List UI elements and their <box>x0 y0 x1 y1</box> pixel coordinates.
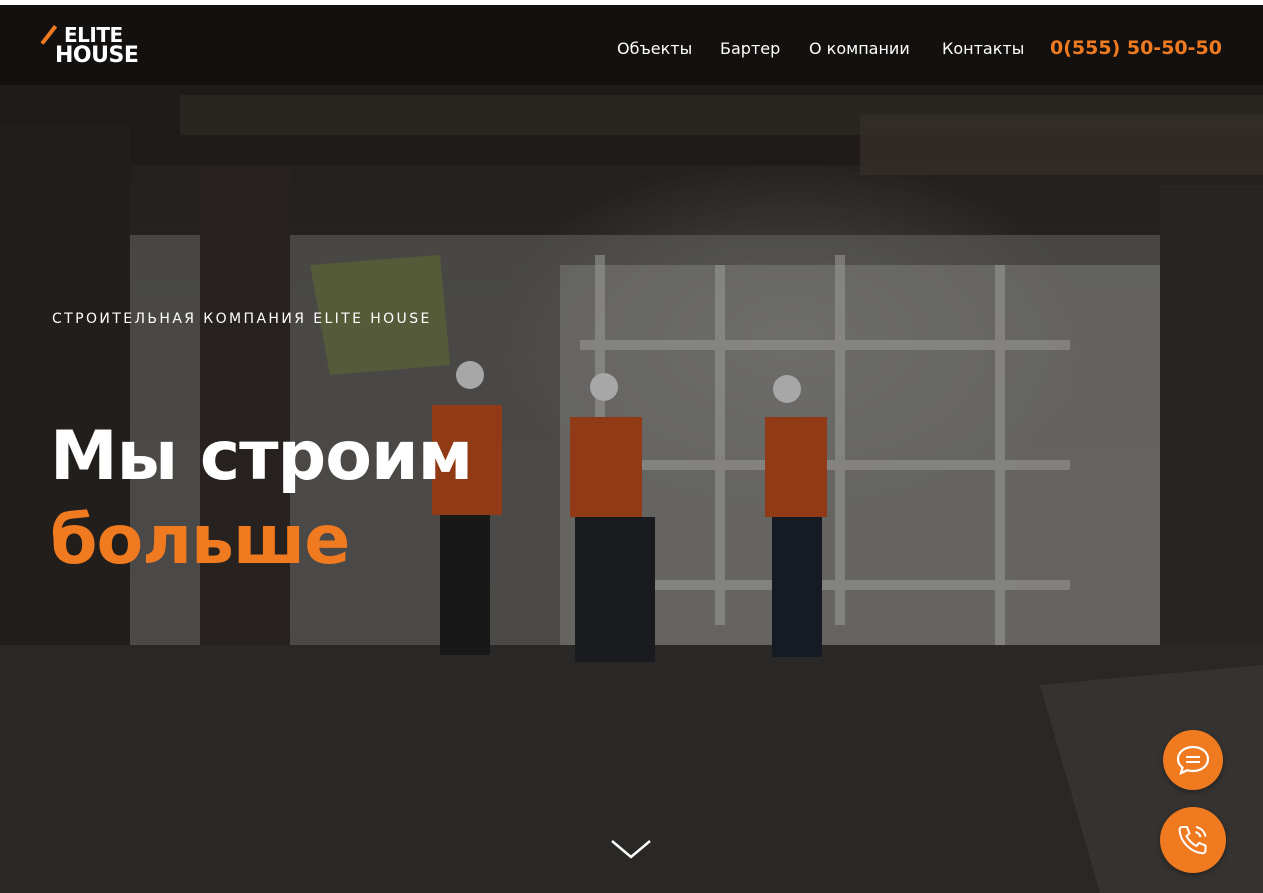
logo-slash-mark <box>40 25 58 45</box>
hero-section: СТРОИТЕЛЬНАЯ КОМПАНИЯ ELITE HOUSE Мы стр… <box>0 5 1263 893</box>
hero-headline-line1: Мы строим <box>50 417 473 496</box>
phone-ringing-icon <box>1178 826 1207 855</box>
nav-item-contacts[interactable]: Контакты <box>942 39 1024 58</box>
chevron-down-icon <box>611 840 651 859</box>
nav-item-objects[interactable]: Объекты <box>617 39 692 58</box>
nav-item-barter[interactable]: Бартер <box>720 39 780 58</box>
top-navbar: ELITE HOUSE Объекты Бартер О компании Ко… <box>0 5 1263 85</box>
hero-headline-line2: больше <box>50 501 350 580</box>
chat-bubble-icon <box>1176 745 1210 775</box>
call-button[interactable] <box>1160 807 1226 873</box>
nav-item-about[interactable]: О компании <box>809 39 910 58</box>
scroll-down-button[interactable] <box>610 837 652 861</box>
phone-number-link[interactable]: 0(555) 50-50-50 <box>1050 37 1222 59</box>
logo-text-bottom: HOUSE <box>55 43 139 68</box>
chat-button[interactable] <box>1163 730 1223 790</box>
logo-text-top: ELITE <box>64 23 123 47</box>
hero-subtitle: СТРОИТЕЛЬНАЯ КОМПАНИЯ ELITE HOUSE <box>52 311 432 327</box>
brand-logo[interactable]: ELITE HOUSE <box>40 21 156 73</box>
